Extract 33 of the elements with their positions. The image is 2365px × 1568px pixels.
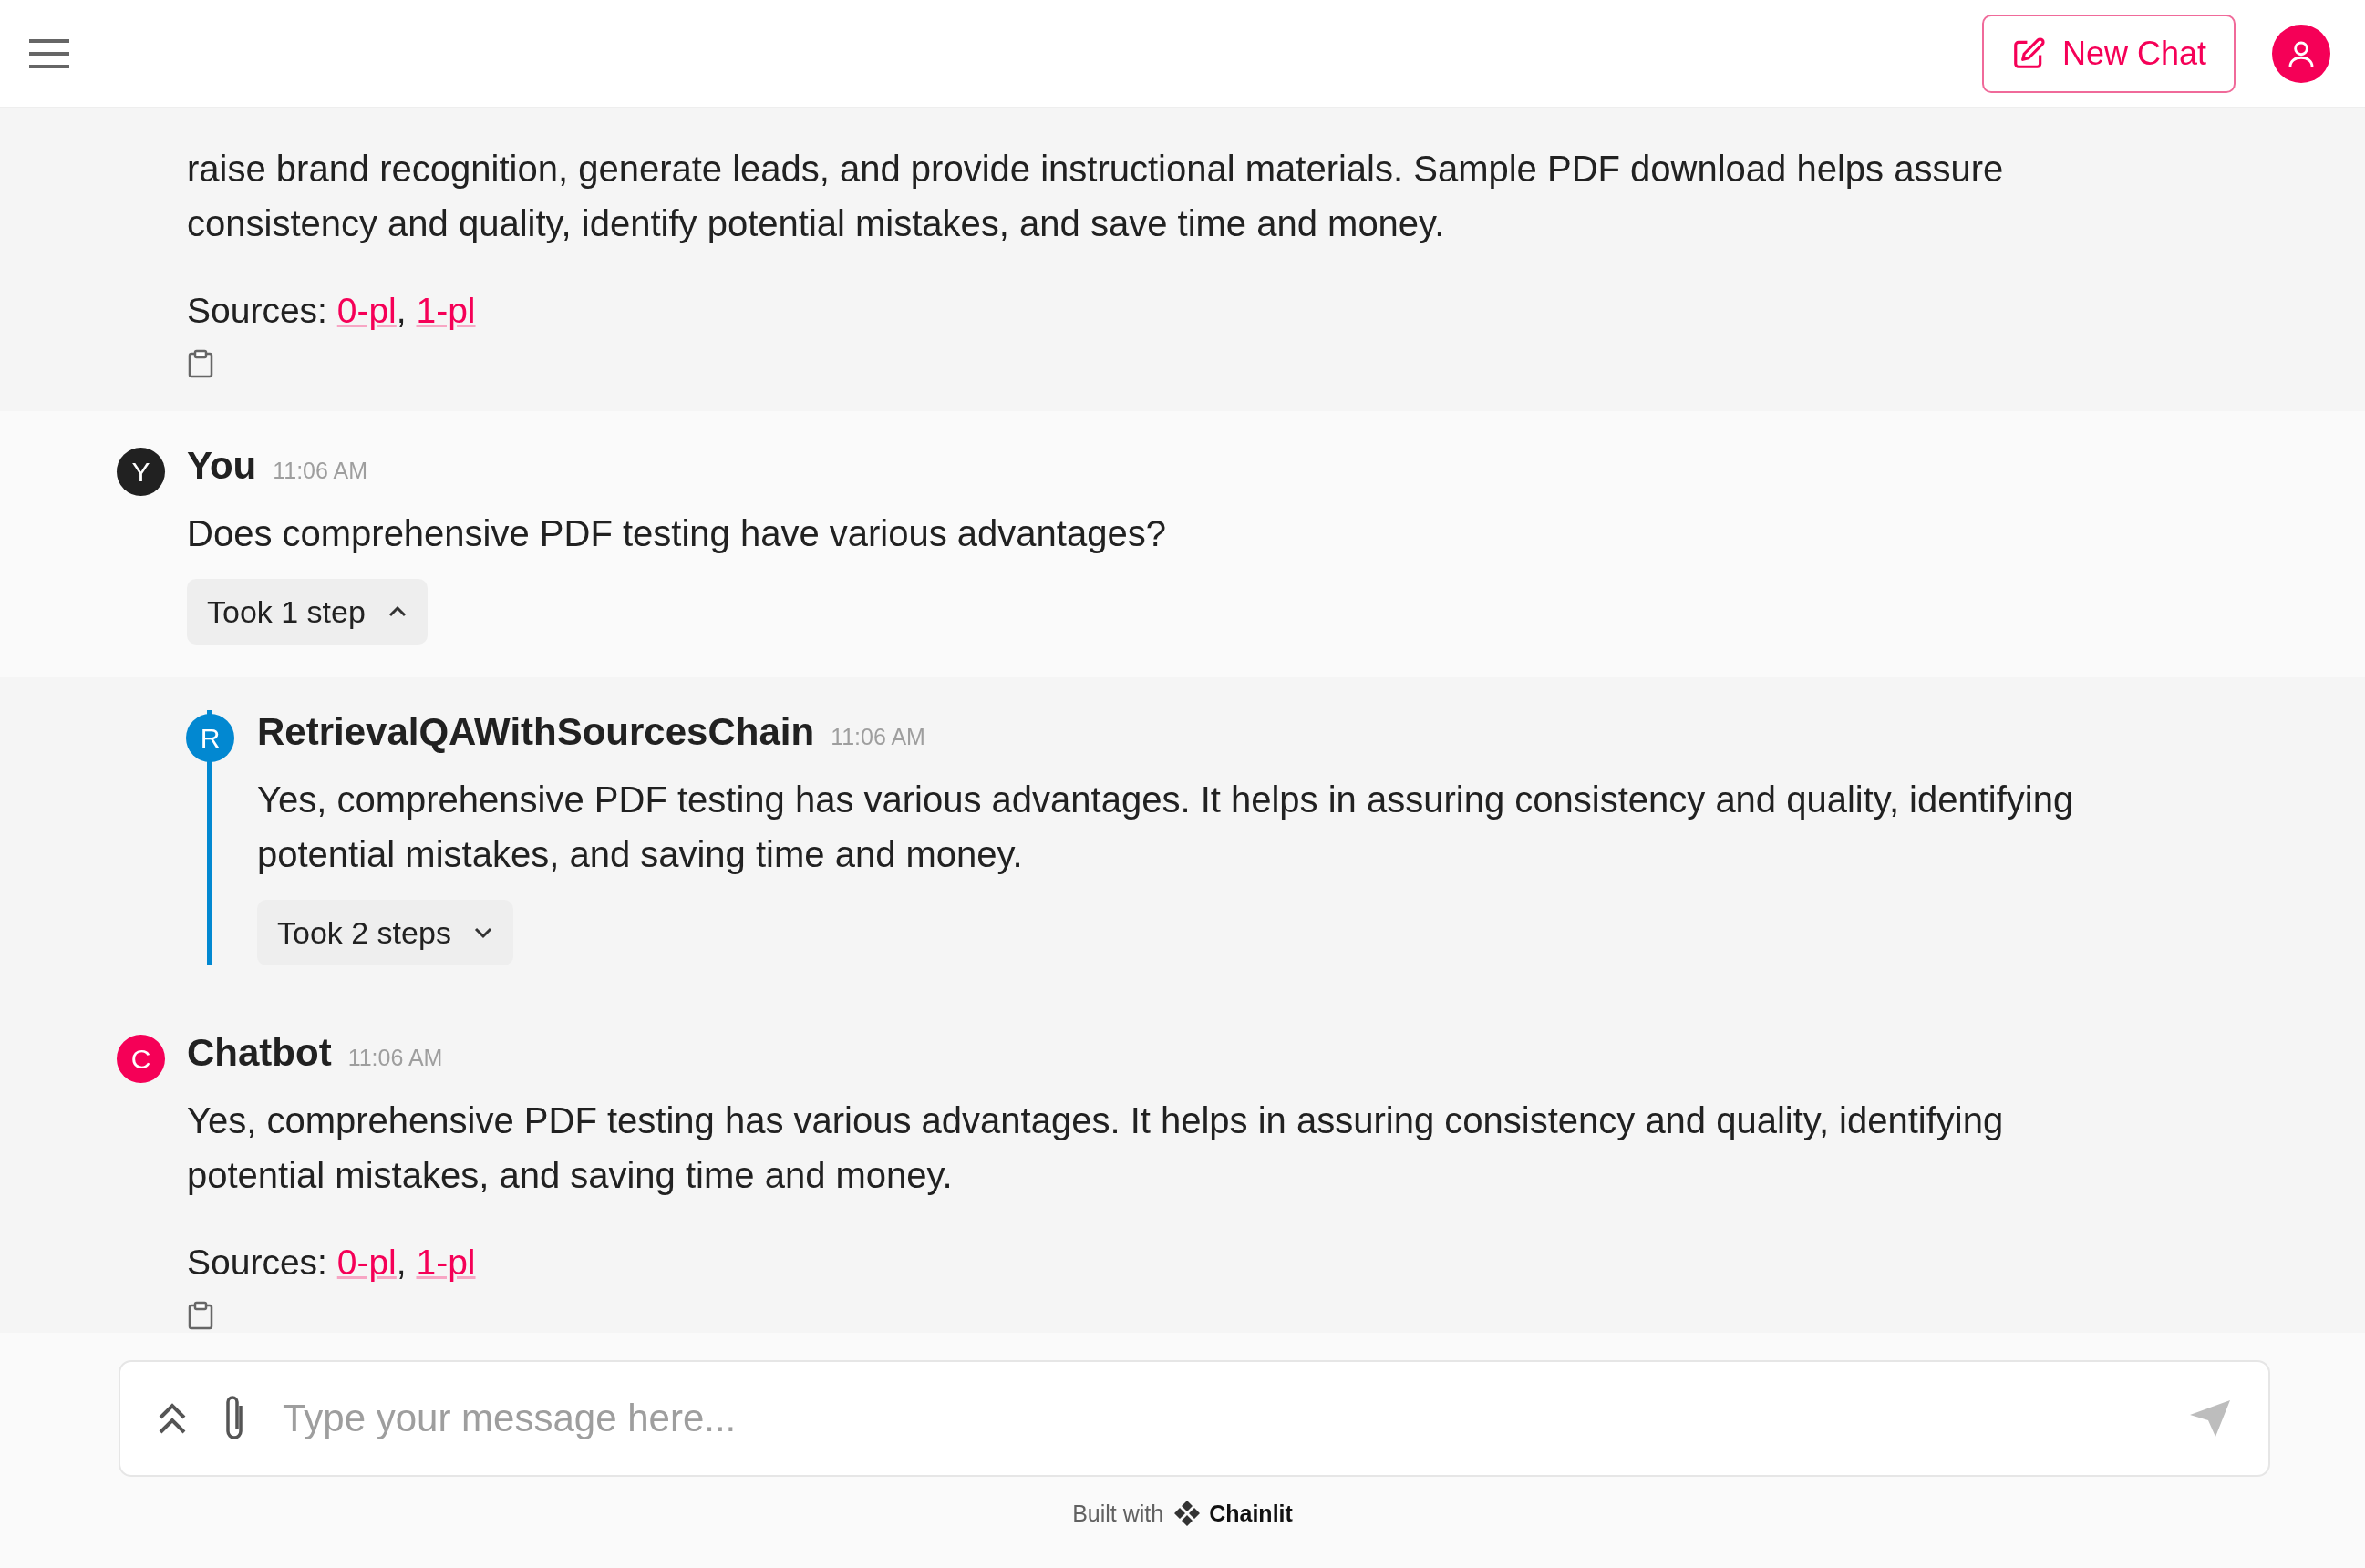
timestamp: 11:06 AM (273, 458, 367, 484)
new-chat-button[interactable]: New Chat (1981, 14, 2236, 93)
avatar: R (186, 714, 234, 762)
avatar: C (117, 1035, 165, 1083)
clipboard-icon[interactable] (187, 349, 214, 378)
timestamp: 11:06 AM (347, 1045, 443, 1071)
source-link[interactable]: 0-pl (336, 1243, 397, 1282)
source-link[interactable]: 1-pl (416, 1243, 476, 1282)
message-text: Yes, comprehensive PDF testing has various advantages. It helps in assuring consistency and quality, identifying potential mistakes, and saving time and money. (187, 1099, 2005, 1197)
source-link[interactable]: 1-pl (416, 291, 476, 330)
message-text: Yes, comprehensive PDF testing has various advantages. It helps in assuring consistency and quality, identifying potential mistakes, and saving time and money. (257, 779, 2075, 876)
author-name: Chatbot (187, 1031, 332, 1075)
menu-icon[interactable] (27, 36, 71, 70)
message-text: Does comprehensive PDF testing have various advantages? (187, 512, 1167, 555)
message-text: raise brand recognition, generate leads, and provide instructional materials. Sample PDF download helps assure consistency and quality, identify potential mistakes, and save time and money. (187, 148, 2005, 245)
chevron-icon (472, 926, 493, 939)
author-name: You (187, 444, 257, 488)
timestamp: 11:06 AM (831, 724, 925, 750)
clipboard-icon[interactable] (187, 1301, 214, 1330)
logo-icon (1172, 1499, 1203, 1528)
built-with-text: Built with (1072, 1500, 1164, 1527)
message-input[interactable]: Type your message here... (281, 1396, 2155, 1441)
chevron-icon (387, 605, 408, 618)
sources-line: Sources: 0-pl, 1-pl (187, 1243, 477, 1283)
steps-toggle[interactable]: Took 2 steps (257, 900, 513, 965)
sources-line: Sources: 0-pl, 1-pl (187, 291, 477, 331)
chevrons-up-icon[interactable] (157, 1401, 188, 1436)
source-link[interactable]: 0-pl (336, 291, 397, 330)
message-composer[interactable]: Type your message here... (119, 1360, 2270, 1477)
author-name: RetrievalQAWithSourcesChain (257, 710, 815, 754)
chainlit-link[interactable]: Chainlit (1172, 1499, 1293, 1528)
avatar: Y (117, 448, 165, 496)
steps-toggle[interactable]: Took 1 step (187, 579, 428, 645)
